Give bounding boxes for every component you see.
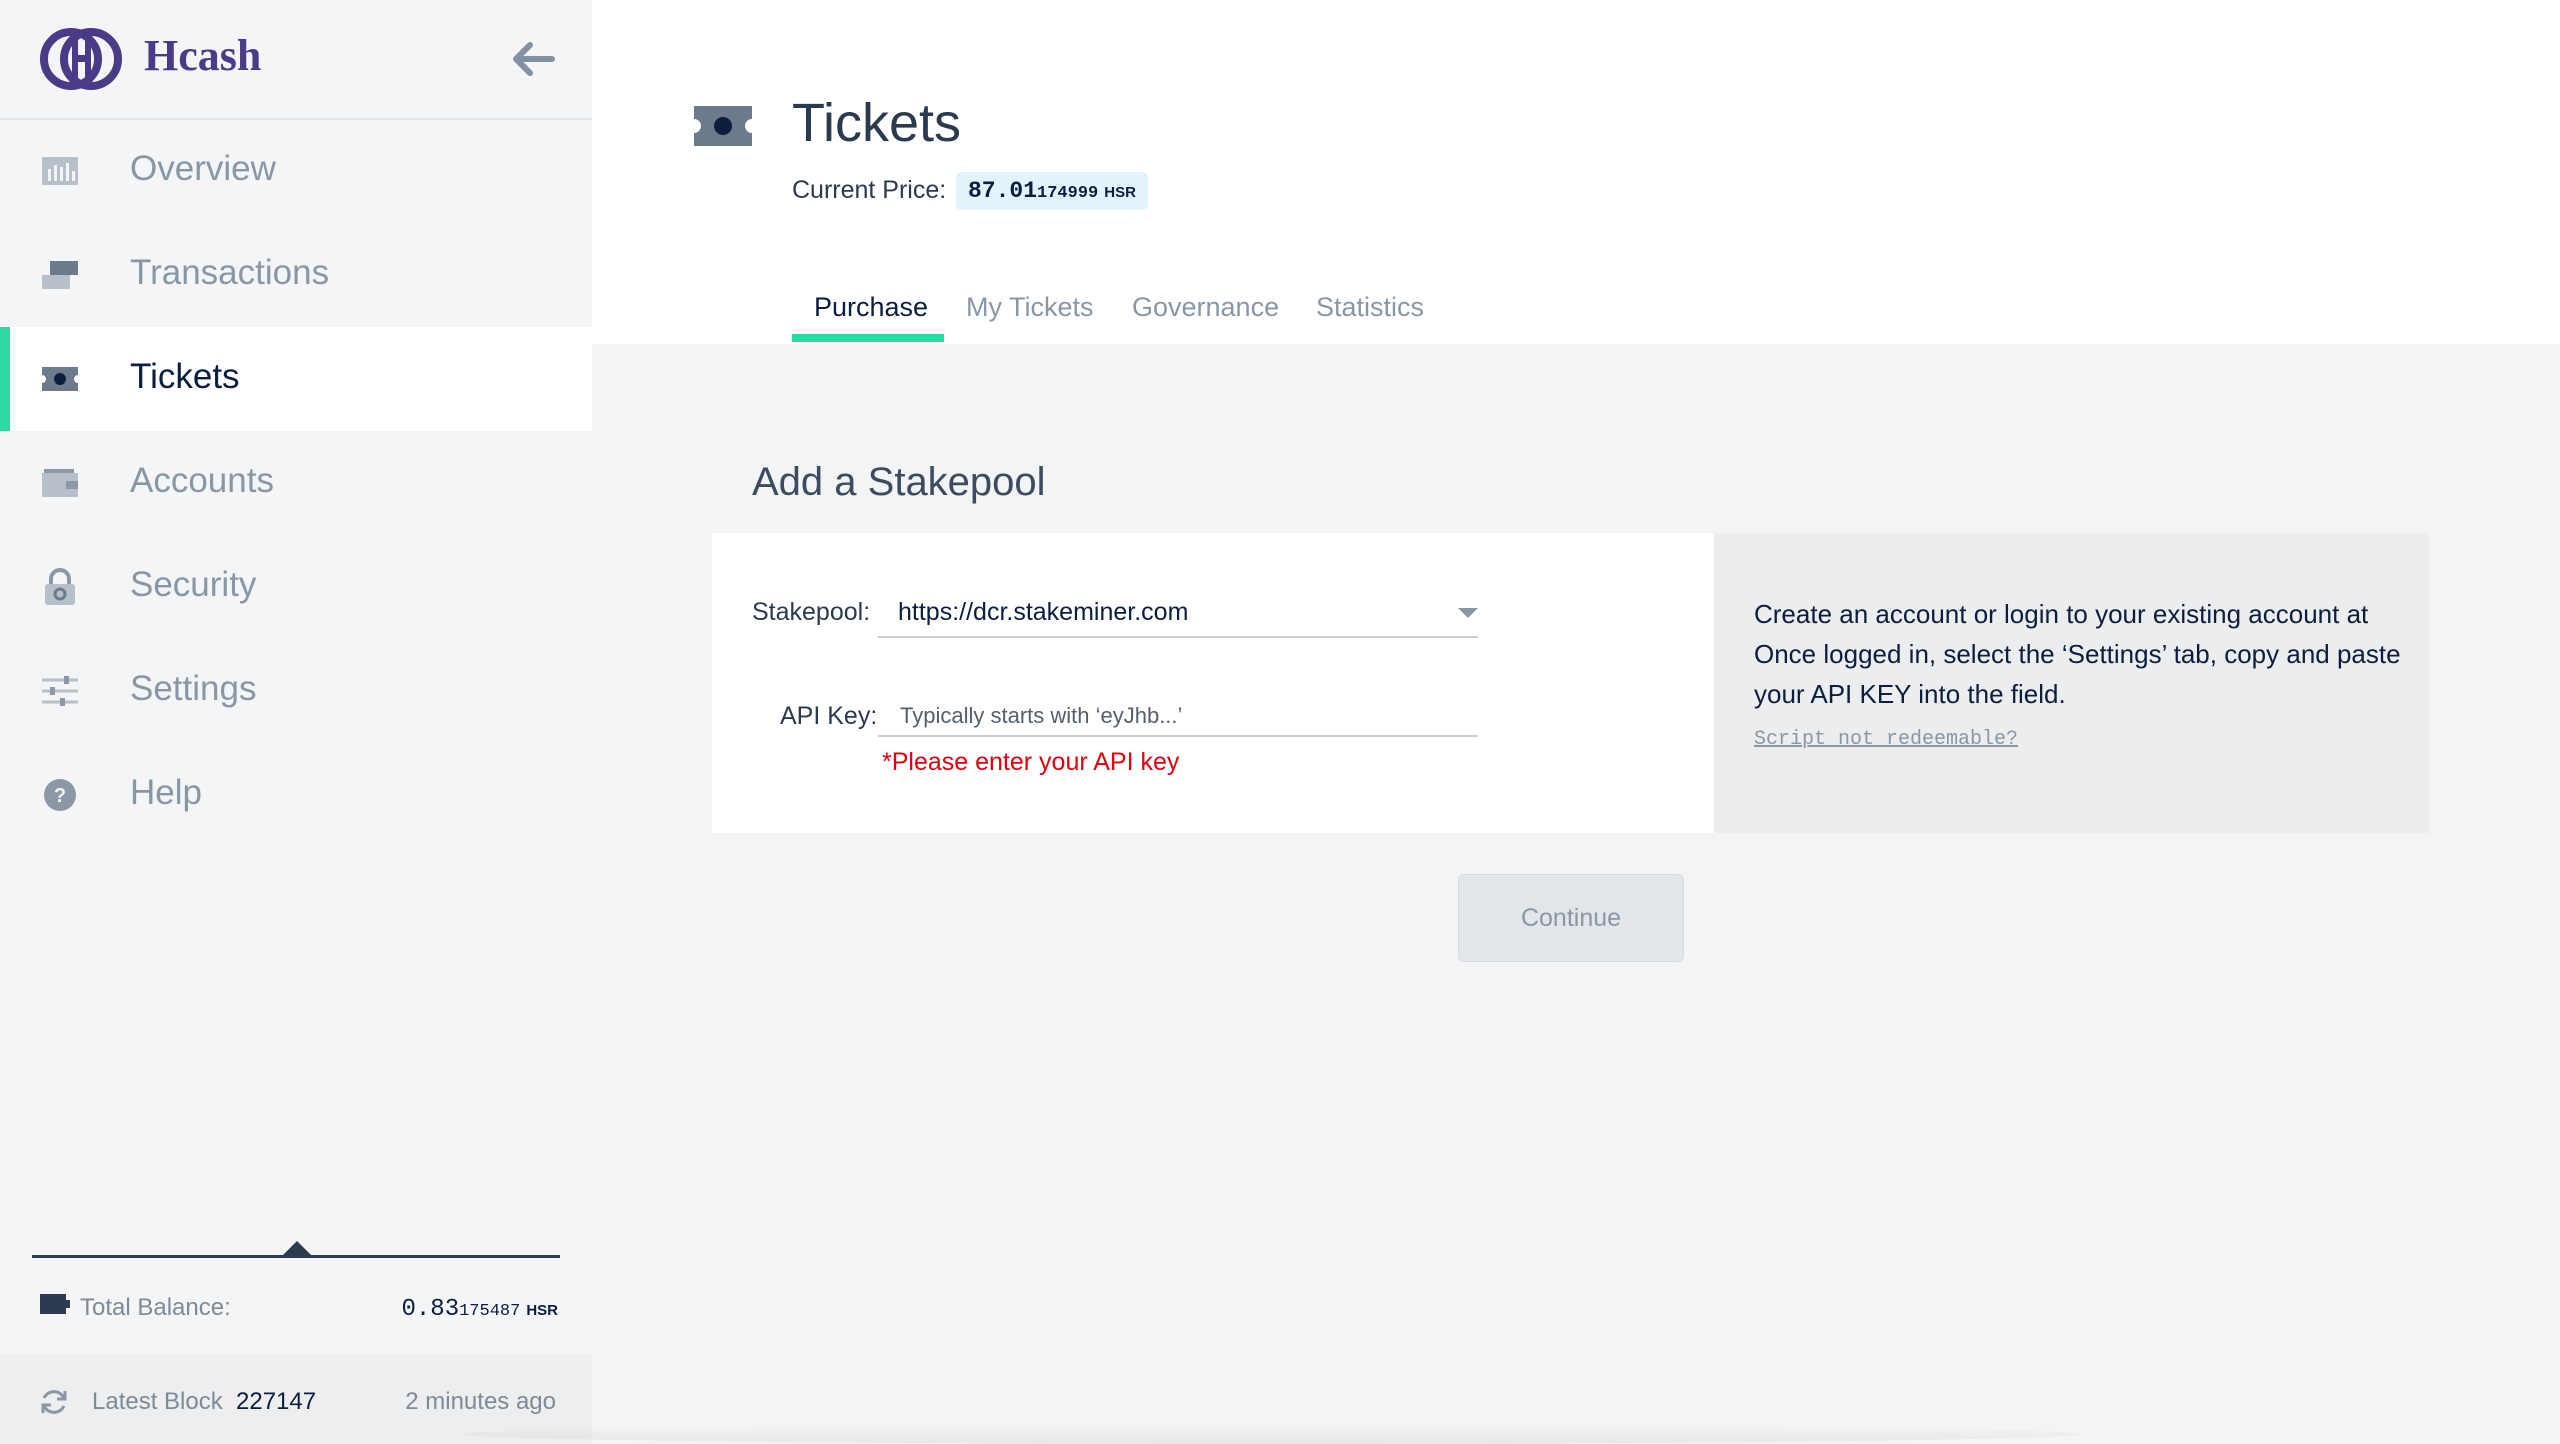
continue-button[interactable]: Continue [1458, 874, 1684, 962]
current-price-badge: 87.01174999 HSR [956, 172, 1148, 210]
wallet-icon [42, 469, 78, 497]
api-key-input[interactable] [878, 697, 1478, 737]
tab-my-tickets[interactable]: My Tickets [966, 292, 1094, 323]
hcash-logo-icon [40, 28, 122, 90]
sliders-icon [42, 676, 78, 706]
total-balance: Total Balance: 0.83175487 HSR [0, 1280, 592, 1336]
sidebar-item-label: Overview [130, 149, 276, 188]
current-price-label: Current Price: [792, 176, 947, 204]
overview-icon [42, 157, 78, 185]
sidebar-item-label: Help [130, 773, 202, 812]
transactions-icon [42, 261, 78, 289]
tab-governance[interactable]: Governance [1132, 292, 1279, 323]
total-balance-amount: 0.83175487 HSR [402, 1296, 559, 1323]
page-title: Tickets [792, 93, 962, 153]
sidebar-item-label: Settings [130, 669, 257, 708]
sidebar-item-label: Security [130, 565, 257, 604]
sidebar-item-transactions[interactable]: Transactions [0, 223, 592, 327]
price-main: 87.01 [968, 178, 1038, 204]
ticket-icon [694, 106, 752, 146]
stakepool-select[interactable]: https://dcr.stakeminer.com [878, 590, 1478, 638]
stakepool-form-card [712, 533, 1714, 833]
svg-text:?: ? [54, 785, 66, 807]
price-unit: HSR [1104, 184, 1136, 201]
stakepool-label: Stakepool: [752, 598, 871, 626]
sidebar-item-tickets[interactable]: Tickets [0, 327, 592, 431]
api-key-label: API Key: [780, 702, 878, 730]
tab-purchase[interactable]: Purchase [814, 292, 928, 323]
balance-amount-small: 175487 [459, 1302, 521, 1321]
price-small: 174999 [1037, 184, 1099, 203]
active-tab-indicator [792, 334, 944, 342]
sidebar-item-help[interactable]: ? Help [0, 743, 592, 847]
sidebar-item-overview[interactable]: Overview [0, 119, 592, 223]
balance-unit: HSR [526, 1302, 558, 1319]
latest-block-time: 2 minutes ago [405, 1388, 556, 1415]
brand-name: Hcash [144, 31, 262, 80]
lock-icon [45, 568, 75, 605]
sidebar-item-label: Transactions [130, 253, 330, 292]
sidebar-item-accounts[interactable]: Accounts [0, 431, 592, 535]
sidebar-item-label: Tickets [130, 357, 240, 396]
wallet-icon [40, 1294, 70, 1314]
sidebar-item-label: Accounts [130, 461, 274, 500]
section-title: Add a Stakepool [752, 460, 1046, 504]
sidebar: Hcash Overview Transactions Tickets Acco… [0, 0, 592, 1444]
script-not-redeemable-link[interactable]: Script not redeemable? [1754, 728, 2018, 751]
chevron-down-icon [1458, 608, 1478, 618]
tab-statistics[interactable]: Statistics [1316, 292, 1424, 323]
sidebar-item-security[interactable]: Security [0, 535, 592, 639]
ticket-icon [42, 367, 78, 391]
stakepool-info-text: Create an account or login to your exist… [1754, 599, 2401, 709]
latest-block-number: 227147 [236, 1388, 317, 1415]
stakepool-select-value: https://dcr.stakeminer.com [898, 598, 1189, 626]
collapse-sidebar-arrow-icon[interactable] [508, 34, 558, 84]
balance-caret-icon[interactable] [282, 1241, 312, 1256]
total-balance-label: Total Balance: [80, 1294, 231, 1321]
sidebar-item-settings[interactable]: Settings [0, 639, 592, 743]
refresh-icon[interactable] [38, 1386, 70, 1418]
latest-block-label: Latest Block [92, 1388, 223, 1415]
balance-amount-main: 0.83 [401, 1296, 460, 1323]
help-icon: ? [44, 779, 76, 811]
brand-header: Hcash [0, 0, 592, 120]
api-key-error: *Please enter your API key [882, 748, 1180, 776]
bottom-shadow [460, 1424, 2080, 1444]
